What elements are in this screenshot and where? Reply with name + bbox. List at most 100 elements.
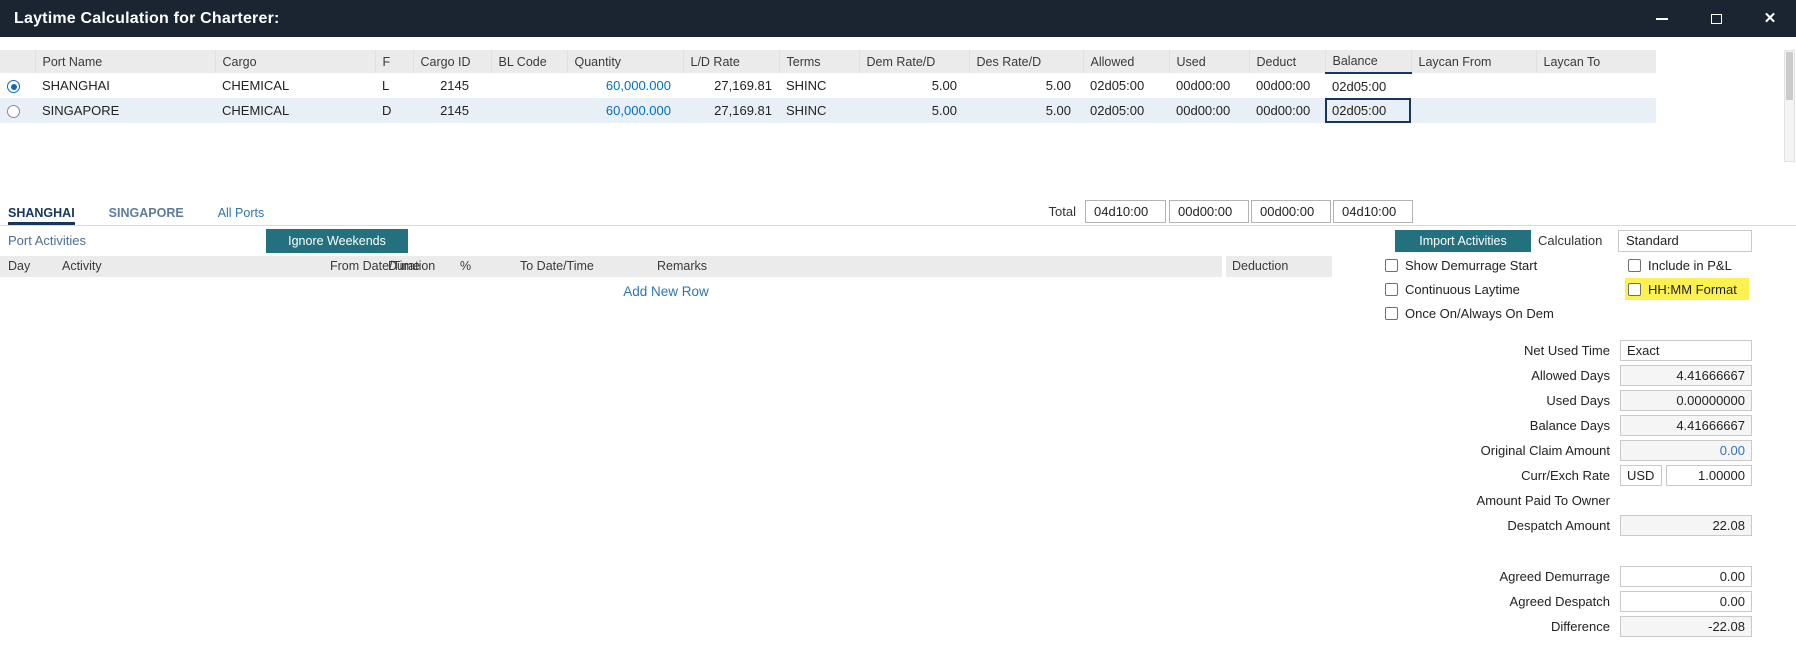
des-rate-cell: 5.00: [969, 73, 1083, 98]
used-cell: 00d00:00: [1169, 73, 1249, 98]
amount-paid-to-owner-field[interactable]: [1620, 490, 1752, 511]
activities-deduction-header: Deduction: [1226, 256, 1332, 277]
column-header-ld-rate[interactable]: L/D Rate: [683, 50, 779, 73]
dem-rate-cell: 5.00: [859, 98, 969, 123]
column-header-des-rate[interactable]: Des Rate/D: [969, 50, 1083, 73]
port-name-cell: SHANGHAI: [35, 73, 215, 98]
currency-field[interactable]: USD: [1620, 465, 1662, 486]
exchange-rate-field[interactable]: 1.00000: [1666, 465, 1752, 486]
difference-value: -22.08: [1620, 616, 1752, 637]
scrollbar-thumb[interactable]: [1786, 52, 1793, 100]
activities-column-to: To Date/Time: [520, 259, 594, 273]
terms-cell: SHINC: [779, 98, 859, 123]
laycan-to-cell: [1536, 98, 1656, 123]
show-demurrage-start-option: Show Demurrage Start: [1385, 257, 1554, 273]
allowed-days-label: Allowed Days: [1232, 368, 1620, 383]
difference-row: Difference -22.08: [1232, 616, 1752, 637]
port-radio-unselected[interactable]: [7, 105, 20, 118]
agreed-despatch-field[interactable]: 0.00: [1620, 591, 1752, 612]
column-header-allowed[interactable]: Allowed: [1083, 50, 1169, 73]
ld-rate-cell: 27,169.81: [683, 73, 779, 98]
activities-column-percent: %: [460, 259, 471, 273]
allowed-days-value: 4.41666667: [1620, 365, 1752, 386]
column-header-deduct[interactable]: Deduct: [1249, 50, 1325, 73]
column-header-laycan-to[interactable]: Laycan To: [1536, 50, 1656, 73]
bl-code-cell: [491, 98, 567, 123]
maximize-icon[interactable]: [1708, 11, 1724, 27]
column-header-used[interactable]: Used: [1169, 50, 1249, 73]
f-cell: L: [375, 73, 413, 98]
once-on-always-on-dem-checkbox[interactable]: [1385, 307, 1398, 320]
activities-column-deduction: Deduction: [1232, 259, 1288, 273]
port-radio-selected[interactable]: [7, 80, 20, 93]
activities-column-duration: Duration: [388, 259, 435, 273]
hhmm-format-option-highlighted: HH:MM Format: [1625, 278, 1749, 300]
cargo-cell: CHEMICAL: [215, 98, 375, 123]
add-new-row-link[interactable]: Add New Row: [0, 284, 1332, 299]
import-activities-button[interactable]: Import Activities: [1395, 230, 1531, 252]
despatch-amount-label: Despatch Amount: [1232, 518, 1620, 533]
original-claim-amount-row: Original Claim Amount 0.00: [1232, 440, 1752, 461]
despatch-amount-value: 22.08: [1620, 515, 1752, 536]
agreed-despatch-row: Agreed Despatch 0.00: [1232, 591, 1752, 612]
laycan-from-cell: [1411, 73, 1536, 98]
tab-all-ports[interactable]: All Ports: [218, 206, 265, 225]
ld-rate-cell: 27,169.81: [683, 98, 779, 123]
quantity-link[interactable]: 60,000.000: [567, 98, 683, 123]
vertical-scrollbar[interactable]: [1784, 50, 1795, 162]
column-header-cargo[interactable]: Cargo: [215, 50, 375, 73]
des-rate-cell: 5.00: [969, 98, 1083, 123]
radio-cell: [0, 98, 35, 123]
column-header-dem-rate[interactable]: Dem Rate/D: [859, 50, 969, 73]
column-header-laycan-from[interactable]: Laycan From: [1411, 50, 1536, 73]
calculation-select[interactable]: Standard: [1618, 230, 1752, 252]
total-used: 00d00:00: [1169, 200, 1249, 223]
amount-paid-to-owner-row: Amount Paid To Owner: [1232, 490, 1752, 511]
ignore-weekends-button[interactable]: Ignore Weekends: [266, 229, 408, 253]
agreed-demurrage-field[interactable]: 0.00: [1620, 566, 1752, 587]
port-tabs-strip: SHANGHAI SINGAPORE All Ports Total 04d10…: [0, 198, 1796, 226]
hhmm-format-label: HH:MM Format: [1648, 282, 1737, 297]
column-header-quantity[interactable]: Quantity: [567, 50, 683, 73]
continuous-laytime-checkbox[interactable]: [1385, 283, 1398, 296]
amount-paid-to-owner-label: Amount Paid To Owner: [1232, 493, 1620, 508]
tab-singapore[interactable]: SINGAPORE: [109, 206, 184, 225]
column-header-f[interactable]: F: [375, 50, 413, 73]
tab-shanghai[interactable]: SHANGHAI: [8, 206, 75, 225]
port-tabs: SHANGHAI SINGAPORE All Ports: [0, 198, 1796, 225]
bl-code-cell: [491, 73, 567, 98]
dem-rate-cell: 5.00: [859, 73, 969, 98]
show-demurrage-start-label: Show Demurrage Start: [1405, 258, 1537, 273]
quantity-link[interactable]: 60,000.000: [567, 73, 683, 98]
balance-days-row: Balance Days 4.41666667: [1232, 415, 1752, 436]
net-used-time-select[interactable]: Exact: [1620, 340, 1752, 361]
continuous-laytime-option: Continuous Laytime: [1385, 281, 1554, 297]
continuous-laytime-label: Continuous Laytime: [1405, 282, 1520, 297]
activities-column-remarks: Remarks: [657, 259, 707, 273]
cargo-cell: CHEMICAL: [215, 73, 375, 98]
ports-table-header-row: Port Name Cargo F Cargo ID BL Code Quant…: [0, 50, 1656, 73]
used-days-label: Used Days: [1232, 393, 1620, 408]
include-in-pnl-checkbox[interactable]: [1628, 259, 1641, 272]
deduct-cell: 00d00:00: [1249, 98, 1325, 123]
column-header-bl-code[interactable]: BL Code: [491, 50, 567, 73]
used-cell: 00d00:00: [1169, 98, 1249, 123]
close-icon[interactable]: ✕: [1762, 11, 1778, 27]
show-demurrage-start-checkbox[interactable]: [1385, 259, 1398, 272]
agreed-demurrage-label: Agreed Demurrage: [1232, 569, 1620, 584]
column-header-balance[interactable]: Balance: [1325, 50, 1411, 73]
port-row-singapore: SINGAPORE CHEMICAL D 2145 60,000.000 27,…: [0, 98, 1656, 123]
include-in-pnl-label: Include in P&L: [1648, 258, 1732, 273]
column-header-port-name[interactable]: Port Name: [35, 50, 215, 73]
hhmm-format-checkbox[interactable]: [1628, 283, 1641, 296]
agreed-despatch-label: Agreed Despatch: [1232, 594, 1620, 609]
minimize-icon[interactable]: [1654, 11, 1670, 27]
column-header-terms[interactable]: Terms: [779, 50, 859, 73]
used-days-value: 0.00000000: [1620, 390, 1752, 411]
allowed-cell: 02d05:00: [1083, 73, 1169, 98]
original-claim-amount-field[interactable]: 0.00: [1620, 440, 1752, 461]
column-header-cargo-id[interactable]: Cargo ID: [413, 50, 491, 73]
port-activities-label: Port Activities: [8, 233, 86, 248]
balance-cell-focused[interactable]: 02d05:00: [1325, 98, 1411, 123]
total-allowed: 04d10:00: [1085, 200, 1166, 223]
